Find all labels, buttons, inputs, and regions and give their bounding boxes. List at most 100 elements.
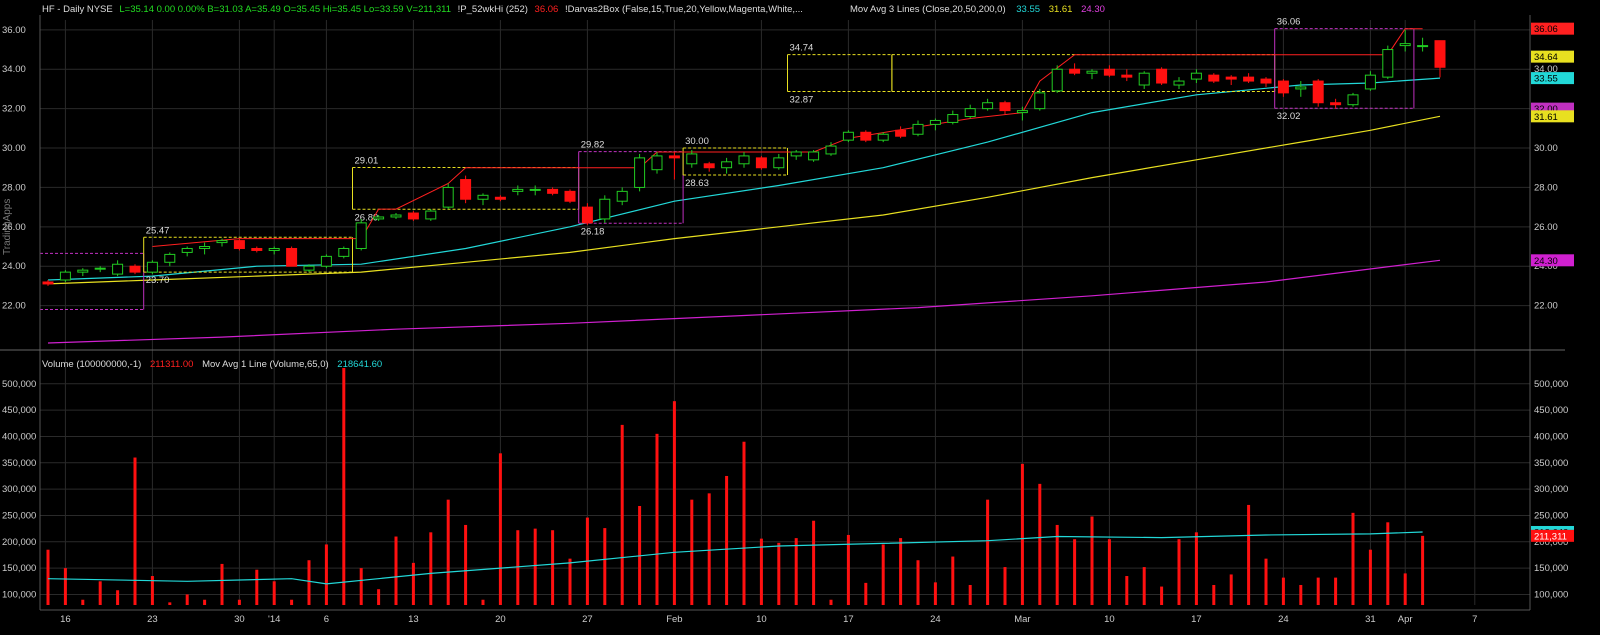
candle-up xyxy=(947,114,959,123)
volume-bar xyxy=(620,424,624,605)
candle-up xyxy=(1016,110,1028,114)
candle-down xyxy=(1260,78,1272,84)
volume-bar xyxy=(1020,463,1024,605)
volume-bar xyxy=(481,599,485,605)
volume-label: Volume (100000000,-1) xyxy=(42,359,141,370)
candle-up xyxy=(1190,72,1202,80)
candle-up xyxy=(1051,68,1063,92)
volume-bar xyxy=(551,530,555,605)
darvas-indicator-label: !Darvas2Box (False,15,True,20,Yellow,Mag… xyxy=(565,4,803,15)
candle-down xyxy=(129,265,141,273)
x-tick-label: 23 xyxy=(147,614,158,625)
volume-bar xyxy=(1229,574,1233,605)
watermark: TradingApps xyxy=(2,199,13,255)
price-tag: 34.64 xyxy=(1534,52,1558,63)
candle-down xyxy=(1225,76,1237,80)
volume-bar xyxy=(255,569,259,605)
volume-bar xyxy=(1090,516,1094,605)
volume-bar xyxy=(81,599,85,605)
candle-down xyxy=(1243,76,1255,82)
candle-up xyxy=(477,194,489,200)
volume-bar xyxy=(1212,584,1216,605)
candle-up xyxy=(1086,70,1098,74)
volume-bar xyxy=(1368,549,1372,605)
x-tick-label: 30 xyxy=(234,614,245,625)
volume-bar xyxy=(237,599,241,605)
volume-bar xyxy=(290,599,294,605)
price-tick-label-left: 36.00 xyxy=(2,25,26,36)
x-tick-label: 10 xyxy=(1104,614,1115,625)
price-tick-label-left: 28.00 xyxy=(2,182,26,193)
ma200-value: 24.30 xyxy=(1081,4,1105,15)
price-tick-label-left: 22.00 xyxy=(2,301,26,312)
candle-up xyxy=(790,151,802,157)
volume-bar xyxy=(446,499,450,605)
candle-up xyxy=(825,145,837,155)
volume-bar xyxy=(272,581,276,605)
volume-tag: 211,311 xyxy=(1534,531,1567,542)
candle-down xyxy=(755,157,767,169)
volume-tick-label-right: 250,000 xyxy=(1534,510,1568,521)
volume-tick-label-left: 300,000 xyxy=(2,484,36,495)
candle-up xyxy=(373,216,385,220)
candle-up xyxy=(303,265,315,271)
ma20-value: 33.55 xyxy=(1016,4,1040,15)
volume-bar xyxy=(1038,483,1042,605)
chart-canvas[interactable]: 25.4723.7029.0126.8929.8226.1830.0028.63… xyxy=(0,0,1600,630)
candle-down xyxy=(668,155,680,159)
volume-bar xyxy=(916,560,920,605)
volume-bar xyxy=(1142,567,1146,605)
x-tick-label: 17 xyxy=(1191,614,1202,625)
volume-bar xyxy=(1316,577,1320,605)
volume-bar xyxy=(812,520,816,605)
candle-down xyxy=(1121,74,1133,78)
52wk-indicator-label: !P_52wkHi (252) xyxy=(458,4,528,15)
volume-bar xyxy=(759,538,763,605)
x-tick-label: Mar xyxy=(1014,614,1030,625)
price-tick-label-left: 32.00 xyxy=(2,104,26,115)
volume-bar xyxy=(881,544,885,605)
volume-bar xyxy=(498,453,502,605)
candle-up xyxy=(146,261,158,273)
volume-bar xyxy=(1073,539,1077,605)
candle-up xyxy=(338,247,350,257)
volume-bar xyxy=(1177,539,1181,605)
stock-chart[interactable]: 25.47 23.70 29.01 26.89 29.82 26.18 30.00 28.63… xyxy=(0,0,1600,630)
candle-up xyxy=(634,157,646,188)
price-tick-label-right: 22.00 xyxy=(1534,301,1558,312)
darvas-box-top-label: 29.01 xyxy=(355,156,379,167)
volume-bar xyxy=(1125,576,1129,605)
volume-tick-label-right: 300,000 xyxy=(1534,484,1568,495)
candle-down xyxy=(581,206,593,224)
volume-bar xyxy=(63,568,67,605)
price-tick-label-right: 26.00 xyxy=(1534,222,1558,233)
volume-bar xyxy=(707,493,711,605)
candle-up xyxy=(1399,43,1411,47)
volume-bar xyxy=(46,549,50,605)
volume-bar xyxy=(1386,522,1390,605)
candle-up xyxy=(529,188,541,191)
volume-bar xyxy=(359,568,363,605)
volume-bar xyxy=(1264,558,1268,605)
volume-bar xyxy=(411,562,415,605)
volume-bar xyxy=(116,590,120,605)
volume-tick-label-right: 450,000 xyxy=(1534,405,1568,416)
volume-bar xyxy=(464,524,468,605)
x-tick-label: 27 xyxy=(582,614,593,625)
x-tick-label: 7 xyxy=(1472,614,1477,625)
volume-bar xyxy=(690,499,694,605)
candle-down xyxy=(564,190,576,202)
candle-down xyxy=(1277,80,1289,94)
volume-tick-label-left: 400,000 xyxy=(2,431,36,442)
candle-down xyxy=(1069,68,1081,74)
volume-bar xyxy=(1194,532,1198,605)
candle-up xyxy=(77,269,89,273)
volume-tick-label-left: 100,000 xyxy=(2,589,36,600)
candle-up xyxy=(216,240,228,244)
volume-bar xyxy=(220,563,224,605)
darvas-box-bottom-label: 32.02 xyxy=(1277,111,1301,122)
volume-bar xyxy=(968,584,972,605)
volume-value: 211311.00 xyxy=(150,359,194,370)
volume-bar xyxy=(794,538,798,605)
ma50-value: 31.61 xyxy=(1049,4,1073,15)
